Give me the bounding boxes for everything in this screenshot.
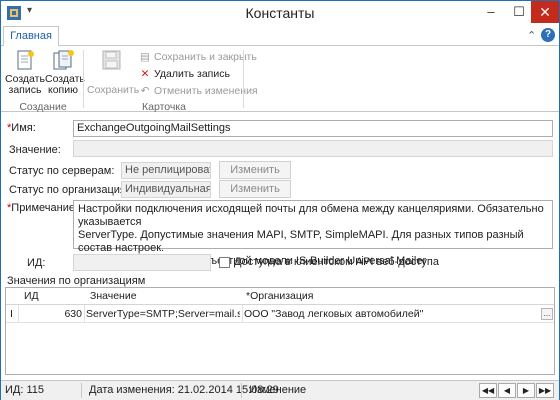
org-values-section-label: Значения по организациям xyxy=(7,275,146,287)
note-label: *Примечание: xyxy=(7,202,79,214)
status-mode: Изменение xyxy=(249,384,307,396)
value-input[interactable] xyxy=(73,140,553,157)
table-row[interactable]: I 630 ServerType=SMTP;Server=mail.serve.… xyxy=(6,305,554,323)
prev-record-icon[interactable]: ◀ xyxy=(498,383,516,398)
org-values-grid[interactable]: ИД Значение *Организация I 630 ServerTyp… xyxy=(5,287,555,375)
status-bar: ИД: 115 Дата изменения: 21.02.2014 15:08… xyxy=(1,380,559,400)
last-record-icon[interactable]: ▶▶ xyxy=(536,383,554,398)
org-status-change-button[interactable]: Изменить xyxy=(219,180,291,198)
window-title: Константы xyxy=(245,5,315,21)
server-status-field: Не реплицировать xyxy=(121,162,211,179)
id-label: ИД: xyxy=(27,257,46,269)
status-separator xyxy=(81,383,82,398)
status-separator xyxy=(241,383,242,398)
status-record-id: ИД: 115 xyxy=(5,384,45,396)
constants-window: ▾ Константы – ☐ ✕ Главная ⌃ ? Создать за… xyxy=(0,0,560,400)
ribbon-group-separator xyxy=(243,50,244,108)
title-bar: ▾ Константы – ☐ ✕ xyxy=(1,1,559,25)
id-field xyxy=(73,254,211,271)
name-label: *Имя: xyxy=(7,122,36,134)
close-button[interactable]: ✕ xyxy=(531,1,559,23)
create-copy-button[interactable]: Создать копию xyxy=(45,50,85,96)
org-status-label: Статус по организациям: xyxy=(9,184,137,196)
name-input[interactable]: ExchangeOutgoingMailSettings xyxy=(73,120,553,137)
col-header-organization[interactable]: *Организация xyxy=(246,288,313,304)
save-and-close-button[interactable]: ▤ Сохранить и закрыть xyxy=(139,51,257,63)
col-header-id[interactable]: ИД xyxy=(24,288,39,304)
grid-column-divider xyxy=(84,305,85,323)
save-floppy-icon xyxy=(102,50,121,70)
tab-main[interactable]: Главная xyxy=(3,26,59,46)
group-create-label: Создание xyxy=(19,101,67,113)
org-status-field: Индивидуальная xyxy=(121,181,211,198)
note-line: Настройки подключения исходящей почты дл… xyxy=(78,203,544,228)
note-textarea[interactable]: Настройки подключения исходящей почты дл… xyxy=(73,200,553,267)
save-label: Сохранить xyxy=(87,84,140,96)
first-record-icon[interactable]: ◀◀ xyxy=(479,383,497,398)
note-line: ServerType. Допустимые значения MAPI, SM… xyxy=(78,229,524,254)
row-marker: I xyxy=(10,308,13,320)
ribbon-tab-bar: Главная ⌃ ? xyxy=(1,25,559,46)
delete-label: Удалить запись xyxy=(154,68,230,80)
delete-x-icon: ✕ xyxy=(140,68,150,80)
maximize-button[interactable]: ☐ xyxy=(505,1,533,23)
required-marker: * xyxy=(7,202,12,214)
minimize-button[interactable]: – xyxy=(477,1,505,23)
create-record-label-2: запись xyxy=(8,84,42,96)
ribbon-panel: Создать запись Создать копию Создание Со… xyxy=(1,45,559,113)
web-api-label: Доступна в клиентском API веб-доступа xyxy=(234,256,439,268)
web-api-checkbox[interactable] xyxy=(219,257,230,268)
organization-lookup-button[interactable]: ... xyxy=(541,308,553,320)
grid-column-divider xyxy=(18,305,19,323)
ribbon-group-separator xyxy=(83,50,84,108)
col-header-value[interactable]: Значение xyxy=(90,288,137,304)
cell-organization[interactable]: ООО "Завод легковых автомобилей" xyxy=(244,305,540,323)
server-status-label: Статус по серверам: xyxy=(9,165,115,177)
undo-icon: ↶ xyxy=(140,85,150,97)
cell-id[interactable]: 630 xyxy=(20,305,82,323)
name-label-text: *Имя: xyxy=(7,122,36,134)
group-card-label: Карточка xyxy=(142,101,186,113)
ribbon-collapse-icon[interactable]: ⌃ xyxy=(527,29,536,42)
value-label: Значение: xyxy=(9,144,61,156)
new-document-icon xyxy=(17,50,34,70)
create-copy-label-2: копию xyxy=(48,84,78,96)
copy-document-icon xyxy=(53,50,74,70)
save-button[interactable]: Сохранить xyxy=(87,50,139,96)
cancel-changes-button[interactable]: ↶ Отменить изменения xyxy=(139,85,258,97)
save-close-label: Сохранить и закрыть xyxy=(154,51,257,63)
help-icon[interactable]: ? xyxy=(541,28,555,42)
grid-column-divider xyxy=(242,305,243,323)
cell-value[interactable]: ServerType=SMTP;Server=mail.serve... xyxy=(86,305,240,323)
save-close-icon: ▤ xyxy=(140,51,150,63)
required-marker: * xyxy=(7,122,12,134)
delete-record-button[interactable]: ✕ Удалить запись xyxy=(139,68,230,80)
server-status-change-button[interactable]: Изменить xyxy=(219,161,291,179)
create-record-button[interactable]: Создать запись xyxy=(5,50,45,96)
next-record-icon[interactable]: ▶ xyxy=(517,383,535,398)
